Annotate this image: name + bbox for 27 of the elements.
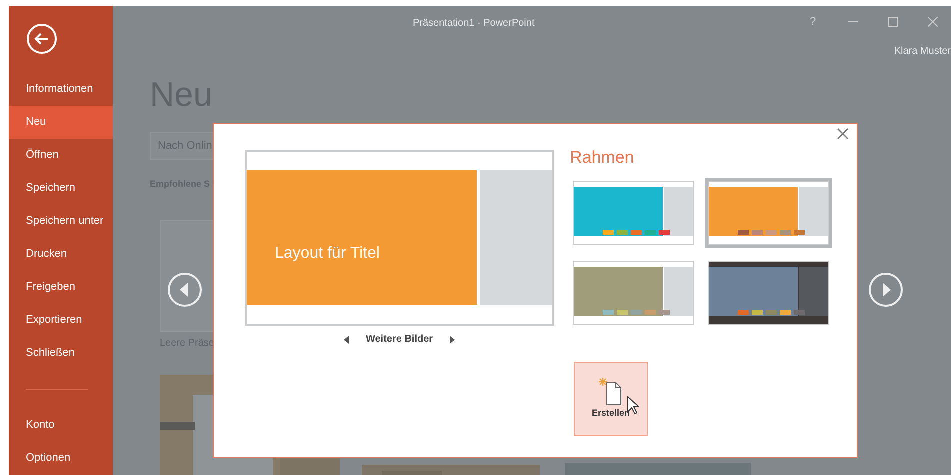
close-button[interactable] [928,17,938,28]
previous-button[interactable] [167,272,203,308]
minimize-button[interactable] [848,21,858,24]
user-name[interactable]: Klara Muster [894,44,951,59]
sidebar-item[interactable]: Konto [9,408,113,442]
close-button[interactable] [836,127,850,141]
sidebar-item[interactable]: Öffnen [9,138,113,172]
sidebar-item[interactable]: Informationen [9,72,113,106]
sidebar-item[interactable]: Drucken [9,238,113,271]
back-button[interactable] [26,23,58,56]
more-images-label: Weitere Bilder [366,333,434,347]
sidebar-item[interactable]: Optionen [9,442,113,475]
next-image-button[interactable] [447,334,458,346]
sidebar-item[interactable]: Speichern unter [9,204,113,238]
window-title: Präsentation1 - PowerPoint [413,17,535,31]
sidebar-item[interactable]: Exportieren [9,304,113,337]
maximize-button[interactable] [888,17,898,28]
variants-title: Rahmen [570,148,636,168]
slide-title: Layout für Titel [275,244,380,264]
sidebar-item[interactable]: Schließen [9,336,113,370]
next-button[interactable] [868,272,904,308]
previous-image-button[interactable] [342,334,352,346]
new-document-icon [598,377,624,407]
sidebar-item[interactable]: Neu [9,106,113,139]
sidebar-item[interactable]: Speichern [9,172,113,205]
sidebar-item[interactable]: Freigeben [9,270,113,304]
create-button[interactable]: Erstellen [574,362,648,436]
